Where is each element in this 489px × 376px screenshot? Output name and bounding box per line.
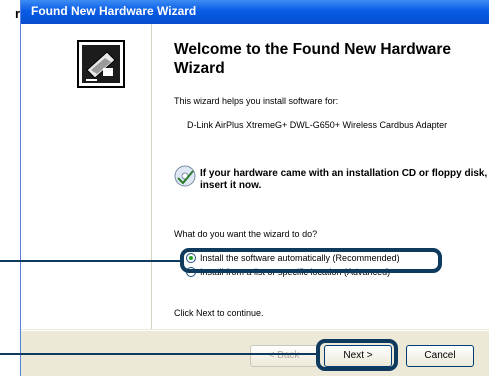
wizard-side-panel [21,24,152,329]
cancel-button[interactable]: Cancel [406,345,474,367]
callout-highlight-option [180,248,442,273]
device-name: D-Link AirPlus XtremeG+ DWL-G650+ Wirele… [187,120,448,130]
continue-text: Click Next to continue. [174,308,264,318]
callout-pointer-line [0,353,316,355]
stray-text: r [14,6,20,21]
wizard-heading: Welcome to the Found New Hardware Wizard [174,41,452,77]
window-title: Found New Hardware Wizard [31,4,197,18]
question-text: What do you want the wizard to do? [174,229,318,239]
callout-highlight-next [316,339,398,371]
cd-prompt: If your hardware came with an installati… [200,168,488,191]
back-button[interactable]: < Back [250,345,318,367]
callout-pointer-line [0,260,180,262]
wizard-window: Found New Hardware Wizard Welcome to the… [20,0,489,376]
title-bar[interactable]: Found New Hardware Wizard [21,0,489,24]
cd-icon [174,165,196,187]
hardware-wizard-icon [77,40,125,88]
intro-text: This wizard helps you install software f… [174,96,339,106]
wizard-content: Welcome to the Found New Hardware Wizard… [152,24,489,329]
